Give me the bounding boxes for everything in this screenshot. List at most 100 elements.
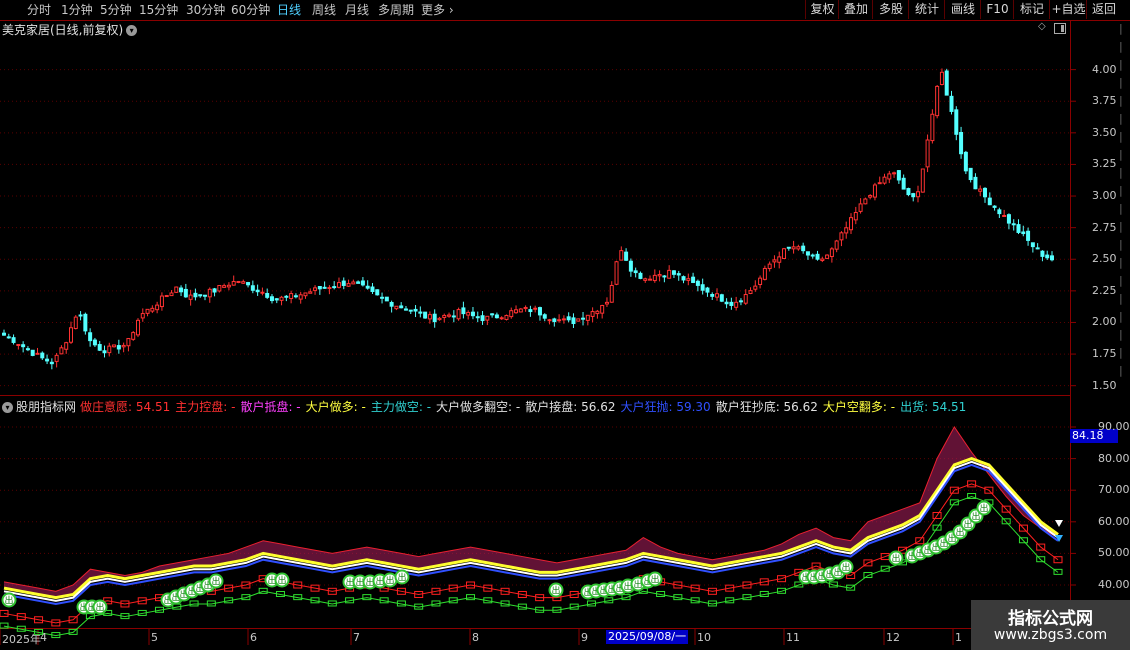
candle-body-212 [1016,224,1021,233]
candle-body-94 [451,315,456,318]
candle-body-73 [351,281,356,285]
candle-body-99 [475,316,480,319]
date-label-8: 11 [786,631,800,644]
candle-body-147 [705,287,710,293]
chevron-down-icon[interactable]: ▾ [2,402,13,413]
candle-body-192 [920,168,925,193]
candle-body-188 [901,177,906,190]
cursor-date-label: 2025/09/08/一 [606,630,689,644]
legend-item-7: 大户狂抛: 59.30 [620,400,711,414]
price-label-4: 3.00 [1092,189,1117,203]
candle-body-217 [1040,250,1045,257]
candle-body-98 [470,311,475,317]
candle-body-167 [801,245,806,252]
sell-badge-text-12: 出 [277,575,286,587]
candle-body-121 [581,317,586,320]
candle-body-86 [413,308,418,312]
arrow-down-icon [1055,520,1063,527]
chart-canvas: 出出出出出出出出出出出出出出出出出出出出 出出出出出出出出出 出出出出出出出 出出出出… [0,20,1130,645]
candle-body-11 [54,354,59,362]
legend-item-10: 出货: 54.51 [900,400,967,414]
candle-body-47 [226,284,231,288]
candle-body-208 [997,209,1002,215]
candle-body-165 [791,246,796,250]
candle-body-168 [805,251,810,256]
sell-badge-text-10: 出 [211,576,220,588]
candle-body-75 [360,280,365,286]
sell-badge-text-0: 出 [4,595,13,607]
candle-body-143 [686,278,691,281]
candle-body-127 [609,284,614,303]
candle-body-43 [207,288,212,298]
sell-badge-text-18: 出 [397,572,406,584]
side-glyph-12: | [1119,238,1123,251]
date-label-1: 4 [40,631,47,644]
candle-body-119 [571,317,576,325]
candle-body-19 [92,339,97,346]
side-glyph-6: | [1119,130,1123,143]
candle-body-201 [963,151,968,172]
candle-body-219 [1050,255,1054,261]
candle-body-100 [480,315,485,322]
side-glyph-15: | [1119,292,1123,305]
candlestick-series [2,68,1054,370]
legend-item-4: 主力做空: - [370,400,432,414]
candle-body-41 [198,294,203,297]
side-glyph-14: | [1119,274,1123,287]
indicator-legend: ▾ 股朋指标网 做庄意愿: 54.51 主力控盘: - 散户抵盘: - 大户做多: - 主力… [2,398,971,415]
side-glyph-1: | [1119,40,1123,53]
candle-body-113 [542,314,547,319]
candle-body-32 [155,304,160,311]
candle-body-24 [116,345,121,350]
candle-body-71 [341,280,346,286]
candle-body-23 [112,344,117,348]
candle-body-191 [916,191,921,198]
candle-body-74 [356,281,361,284]
candle-body-96 [461,307,466,315]
candle-body-15 [73,316,78,329]
candle-body-181 [868,195,873,198]
side-glyph-19: | [1119,364,1123,377]
candle-body-30 [145,308,150,314]
candle-body-195 [935,85,940,117]
candle-body-176 [844,227,849,234]
candle-body-126 [604,301,609,305]
candle-body-182 [872,184,877,198]
candle-body-57 [274,298,279,301]
candle-body-115 [552,318,557,323]
legend-item-3: 大户做多: - [305,400,366,414]
candle-body-193 [925,139,930,168]
legend-item-9: 大户空翻多: - [822,400,896,414]
candle-body-50 [241,281,246,284]
candle-body-204 [978,188,983,192]
candle-body-48 [231,280,236,286]
candle-body-20 [97,344,102,351]
candle-body-69 [332,286,337,289]
candle-body-34 [164,295,169,298]
candle-body-61 [293,295,298,298]
candle-body-114 [547,319,552,322]
candle-body-52 [250,285,255,291]
side-glyph-16: | [1119,310,1123,323]
side-glyph-0: | [1119,22,1123,35]
candle-body-62 [298,294,303,300]
candle-body-215 [1030,242,1035,248]
candle-body-213 [1021,231,1026,235]
side-glyph-18: | [1119,346,1123,359]
candle-body-78 [375,289,380,296]
candle-body-141 [676,273,681,276]
candle-body-123 [590,311,595,317]
candle-body-65 [313,287,318,291]
candle-body-189 [906,188,911,196]
candle-body-153 [734,301,739,308]
candle-body-14 [68,327,73,343]
candle-body-166 [796,246,801,250]
candle-body-140 [671,270,676,275]
sell-badge-text-35: 出 [891,553,900,565]
candle-body-180 [863,198,868,205]
candle-body-56 [269,296,274,302]
candle-body-194 [930,113,935,142]
candle-body-90 [432,313,437,323]
candle-body-93 [447,314,452,317]
candle-body-59 [284,295,289,298]
